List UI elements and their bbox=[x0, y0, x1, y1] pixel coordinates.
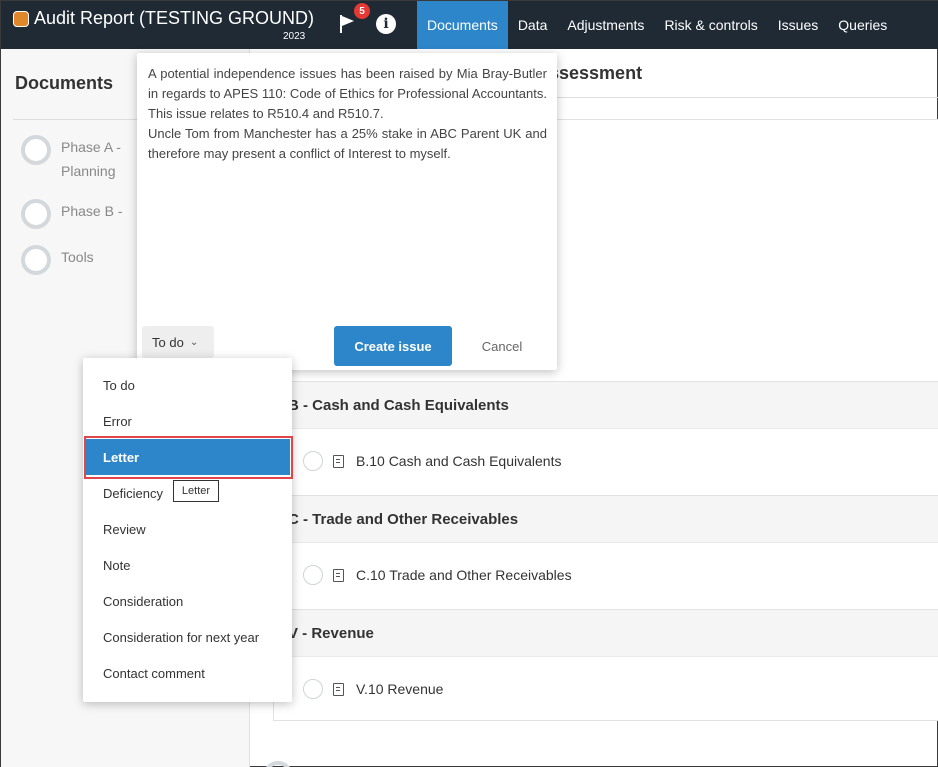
divider bbox=[556, 97, 938, 98]
document-row-b10[interactable]: B.10 Cash and Cash Equivalents bbox=[303, 451, 561, 471]
flag-count-badge: 5 bbox=[354, 3, 370, 19]
progress-circle-icon bbox=[21, 135, 51, 165]
status-option-error[interactable]: Error bbox=[83, 403, 292, 439]
create-issue-popup: A potential independence issues has been… bbox=[137, 53, 557, 370]
app-logo-icon bbox=[13, 11, 29, 27]
tab-data[interactable]: Data bbox=[508, 1, 558, 49]
document-icon bbox=[333, 682, 344, 696]
document-icon bbox=[333, 568, 344, 582]
sidebar-item-phase-a[interactable]: Phase A - Planning Assessment bbox=[21, 135, 141, 183]
status-dropdown-menu: To do Error Letter Deficiency Review Not… bbox=[83, 358, 292, 702]
document-row-label: V.10 Revenue bbox=[356, 681, 444, 697]
tab-documents[interactable]: Documents bbox=[417, 1, 508, 49]
sidebar-title: Documents bbox=[15, 73, 114, 93]
status-select-value: To do bbox=[152, 334, 184, 350]
document-row-c10[interactable]: C.10 Trade and Other Receivables bbox=[303, 565, 572, 585]
progress-circle-icon bbox=[21, 199, 51, 229]
selection-highlight bbox=[84, 436, 293, 479]
sidebar-item-label: Tools bbox=[61, 249, 94, 265]
status-option-consideration-next-year[interactable]: Consideration for next year bbox=[83, 619, 292, 655]
status-circle-icon[interactable] bbox=[303, 451, 323, 471]
page-title: ssessment bbox=[549, 63, 643, 83]
sidebar-item-label: Phase B - Risk bbox=[61, 203, 123, 219]
status-select[interactable]: To do ⌄ bbox=[142, 326, 214, 358]
tab-issues[interactable]: Issues bbox=[768, 1, 828, 49]
sidebar-item-label: Phase A - Planning Assessment bbox=[61, 139, 121, 179]
cancel-button[interactable]: Cancel bbox=[467, 326, 537, 366]
sidebar-item-tools[interactable]: Tools bbox=[21, 245, 141, 275]
issue-description-line: A potential independence issues has been… bbox=[148, 66, 547, 121]
issue-description-line: Uncle Tom from Manchester has a 25% stak… bbox=[148, 126, 547, 161]
document-row-label: C.10 Trade and Other Receivables bbox=[356, 567, 572, 583]
progress-circle-icon bbox=[263, 761, 293, 767]
status-option-to-do[interactable]: To do bbox=[83, 367, 292, 403]
document-icon bbox=[333, 454, 344, 468]
document-row-v10[interactable]: V.10 Revenue bbox=[303, 679, 443, 699]
issue-description[interactable]: A potential independence issues has been… bbox=[148, 64, 547, 164]
progress-circle-icon bbox=[21, 245, 51, 275]
info-icon[interactable]: i bbox=[376, 14, 396, 34]
section-header-revenue[interactable]: V - Revenue bbox=[274, 609, 938, 657]
create-issue-button[interactable]: Create issue bbox=[334, 326, 452, 366]
tab-queries[interactable]: Queries bbox=[828, 1, 897, 49]
status-circle-icon[interactable] bbox=[303, 679, 323, 699]
status-circle-icon[interactable] bbox=[303, 565, 323, 585]
main-nav: Documents Data Adjustments Risk & contro… bbox=[417, 1, 897, 49]
status-option-note[interactable]: Note bbox=[83, 547, 292, 583]
tab-adjustments[interactable]: Adjustments bbox=[557, 1, 654, 49]
app-title: Audit Report (TESTING GROUND) bbox=[34, 8, 315, 28]
status-option-contact-comment[interactable]: Contact comment bbox=[83, 655, 292, 691]
top-bar: Audit Report (TESTING GROUND) 2023 5 i D… bbox=[1, 1, 938, 49]
tooltip: Letter bbox=[173, 480, 219, 502]
sidebar-item-phase-b[interactable]: Phase B - Risk bbox=[21, 199, 141, 229]
section-header-receivables[interactable]: C - Trade and Other Receivables bbox=[274, 495, 938, 543]
tab-risk-controls[interactable]: Risk & controls bbox=[654, 1, 767, 49]
app-year: 2023 bbox=[283, 31, 306, 42]
status-option-consideration[interactable]: Consideration bbox=[83, 583, 292, 619]
chevron-down-icon: ⌄ bbox=[189, 336, 199, 348]
document-row-label: B.10 Cash and Cash Equivalents bbox=[356, 453, 562, 469]
status-option-review[interactable]: Review bbox=[83, 511, 292, 547]
section-header-cash[interactable]: B - Cash and Cash Equivalents bbox=[274, 381, 938, 429]
